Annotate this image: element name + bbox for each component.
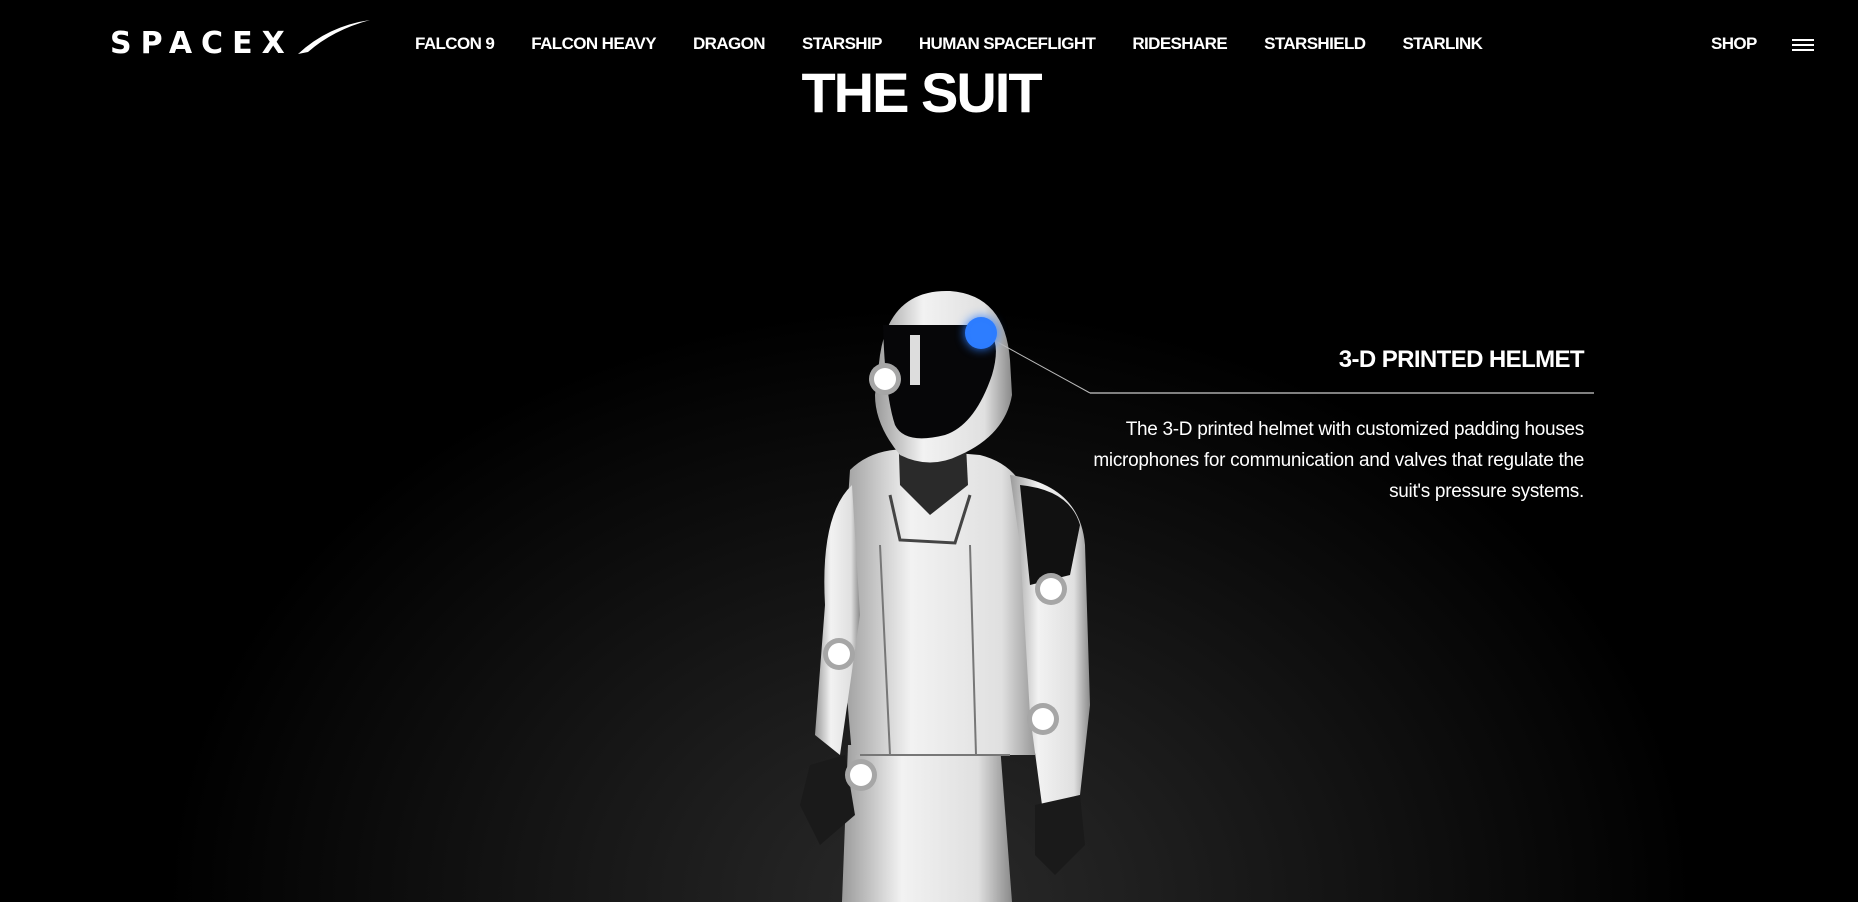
- nav-human-spaceflight[interactable]: HUMAN SPACEFLIGHT: [919, 34, 1096, 54]
- hotspot-shoulder[interactable]: [1035, 573, 1067, 605]
- feature-title: 3-D PRINTED HELMET: [1338, 346, 1585, 373]
- spacex-logo[interactable]: SPACEX: [108, 18, 370, 58]
- shop-link[interactable]: SHOP: [1711, 34, 1757, 54]
- nav-starshield[interactable]: STARSHIELD: [1264, 34, 1366, 54]
- main-nav: FALCON 9 FALCON HEAVY DRAGON STARSHIP HU…: [415, 34, 1519, 54]
- hotspot-glove[interactable]: [845, 759, 877, 791]
- svg-text:SPACEX: SPACEX: [110, 26, 294, 58]
- hotspot-visor[interactable]: [869, 363, 901, 395]
- spacesuit-image: [800, 290, 1090, 902]
- feature-description: The 3-D printed helmet with customized p…: [1093, 419, 1584, 502]
- nav-rideshare[interactable]: RIDESHARE: [1132, 34, 1227, 54]
- hotspot-helmet[interactable]: [965, 317, 997, 349]
- hamburger-menu-icon[interactable]: [1792, 39, 1814, 53]
- nav-falcon-heavy[interactable]: FALCON HEAVY: [531, 34, 656, 54]
- nav-starship[interactable]: STARSHIP: [802, 34, 883, 54]
- hotspot-left-arm[interactable]: [823, 638, 855, 670]
- nav-starlink[interactable]: STARLINK: [1402, 34, 1482, 54]
- nav-falcon-9[interactable]: FALCON 9: [415, 34, 495, 54]
- hotspot-wrist[interactable]: [1027, 703, 1059, 735]
- page-title: THE SUIT: [801, 61, 1042, 124]
- nav-dragon[interactable]: DRAGON: [693, 34, 766, 54]
